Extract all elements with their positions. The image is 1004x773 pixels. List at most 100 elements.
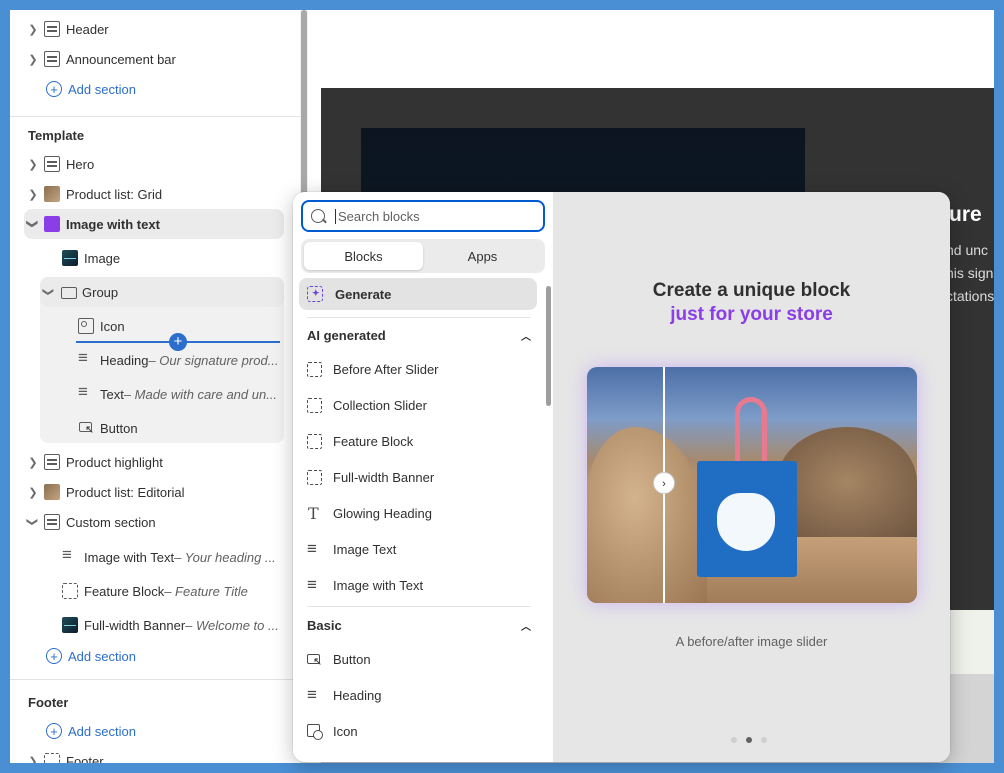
chevron-down-icon[interactable]: ❯ <box>42 285 56 299</box>
block-option-label: Icon <box>333 723 358 739</box>
block-cs-image-with-text[interactable]: Image with Text – Your heading ... <box>58 542 284 572</box>
block-option[interactable]: Before After Slider <box>307 355 439 383</box>
block-option[interactable]: Feature Block <box>307 427 413 455</box>
chevron-right-icon[interactable]: ❯ <box>26 485 40 499</box>
add-section-button-header[interactable]: + Add section <box>46 74 136 104</box>
product-list-thumbnail-icon <box>44 484 60 500</box>
group-basic[interactable]: Basic ︿ <box>307 618 531 633</box>
section-label: Custom section <box>66 514 156 530</box>
chevron-right-icon[interactable]: ❯ <box>26 455 40 469</box>
block-label: Image with Text <box>84 549 175 565</box>
block-option-label: Collection Slider <box>333 397 427 413</box>
section-announcement-bar[interactable]: ❯ Announcement bar <box>26 44 176 74</box>
search-input[interactable] <box>335 208 525 224</box>
text-lines-icon <box>307 539 322 559</box>
block-picker-list-pane: Blocks Apps Generate AI generated ︿ Befo… <box>293 192 553 762</box>
chevron-right-icon[interactable]: ❯ <box>26 187 40 201</box>
block-option[interactable]: Heading <box>307 681 381 709</box>
block-group[interactable]: ❯ Group <box>40 277 284 307</box>
block-option[interactable]: Image Text <box>307 535 396 563</box>
bag-handle <box>735 397 767 469</box>
block-option-label: Image Text <box>333 541 397 557</box>
block-heading[interactable]: Heading – Our signature prod... <box>74 345 284 375</box>
text-lines-icon <box>78 349 94 368</box>
section-custom[interactable]: ❯ Custom section <box>26 507 156 537</box>
search-field[interactable] <box>301 200 545 232</box>
promo-subtitle: just for your store <box>670 304 833 325</box>
preview-text-line: his sign <box>946 265 994 281</box>
block-label: Feature Block <box>84 583 165 599</box>
group-ai-generated[interactable]: AI generated ︿ <box>307 328 531 343</box>
section-label: Product highlight <box>66 454 163 470</box>
promo-caption: A before/after image slider <box>675 634 828 649</box>
template-heading-text: Template <box>28 127 85 143</box>
preview-text-line: nd unc <box>946 242 989 258</box>
product-list-thumbnail-icon <box>44 186 60 202</box>
add-section-button-template[interactable]: + Add section <box>46 641 136 671</box>
dashed-block-icon <box>307 433 322 449</box>
carousel-dot[interactable] <box>731 737 737 743</box>
search-icon <box>311 209 325 223</box>
block-list-scrollbar[interactable] <box>545 276 553 762</box>
block-cs-feature-block[interactable]: Feature Block – Feature Title <box>58 576 284 606</box>
text-type-icon <box>307 504 322 523</box>
chevron-right-icon[interactable]: ❯ <box>26 52 40 66</box>
sidebar: ❯ Header ❯ Announcement bar + Add sectio… <box>10 10 300 763</box>
sparkle-icon <box>307 286 323 302</box>
block-picker-popover: Blocks Apps Generate AI generated ︿ Befo… <box>293 192 950 762</box>
section-icon <box>44 454 60 470</box>
block-button[interactable]: Button <box>74 413 138 443</box>
dashed-block-icon <box>307 397 322 413</box>
slider-handle-icon[interactable]: › <box>653 472 675 494</box>
tab-apps[interactable]: Apps <box>423 242 542 270</box>
chevron-right-icon[interactable]: ❯ <box>26 22 40 36</box>
block-image[interactable]: Image <box>58 243 120 273</box>
chevron-up-icon[interactable]: ︿ <box>521 328 531 343</box>
section-label: Product list: Grid <box>66 186 163 202</box>
preview-text-line: ctations <box>946 288 994 304</box>
plus-circle-icon: + <box>46 723 62 739</box>
block-option[interactable]: Icon <box>307 717 358 745</box>
block-icon[interactable]: Icon <box>74 311 125 341</box>
chevron-down-icon[interactable]: ❯ <box>26 217 40 231</box>
block-option-label: Before After Slider <box>333 361 439 377</box>
section-product-list-grid[interactable]: ❯ Product list: Grid <box>26 179 162 209</box>
carousel-dot[interactable] <box>761 737 767 743</box>
chevron-up-icon[interactable]: ︿ <box>521 618 531 633</box>
text-lines-icon <box>307 575 322 595</box>
section-product-list-editorial[interactable]: ❯ Product list: Editorial <box>26 477 185 507</box>
block-picker-tabs: Blocks Apps <box>301 239 545 273</box>
rock-shape <box>587 427 707 603</box>
block-promo-pane: Create a unique block just for your stor… <box>553 192 950 762</box>
banner-thumbnail-icon <box>62 617 78 633</box>
block-label: Text <box>100 386 124 402</box>
block-option[interactable]: Glowing Heading <box>307 499 432 527</box>
carousel-dot-active[interactable] <box>746 737 752 743</box>
block-cs-full-width-banner[interactable]: Full-width Banner – Welcome to ... <box>58 610 284 640</box>
rock-shape <box>777 427 917 537</box>
block-option[interactable]: Button <box>307 645 371 673</box>
section-hero[interactable]: ❯ Hero <box>26 149 94 179</box>
section-image-with-text[interactable]: ❯ Image with text <box>24 209 284 239</box>
dashed-block-icon <box>62 583 78 599</box>
block-option[interactable]: Image with Text <box>307 571 423 599</box>
generate-button[interactable]: Generate <box>299 278 537 310</box>
block-option[interactable]: Collection Slider <box>307 391 427 419</box>
chevron-down-icon[interactable]: ❯ <box>26 515 40 529</box>
plus-circle-icon: + <box>46 81 62 97</box>
section-footer[interactable]: ❯ Footer <box>26 746 104 763</box>
divider <box>10 116 300 117</box>
block-option[interactable]: Full-width Banner <box>307 463 434 491</box>
add-section-button-footer[interactable]: + Add section <box>46 716 136 746</box>
block-list-scrollbar-thumb[interactable] <box>546 286 551 406</box>
chevron-right-icon[interactable]: ❯ <box>26 754 40 764</box>
block-label: Heading <box>100 352 149 368</box>
tab-blocks[interactable]: Blocks <box>304 242 423 270</box>
chevron-right-icon[interactable]: ❯ <box>26 157 40 171</box>
generate-label: Generate <box>335 286 392 302</box>
group-label: AI generated <box>307 328 386 343</box>
divider <box>307 317 531 318</box>
section-product-highlight[interactable]: ❯ Product highlight <box>26 447 163 477</box>
section-header[interactable]: ❯ Header <box>26 14 109 44</box>
block-text[interactable]: Text – Made with care and un... <box>74 379 284 409</box>
